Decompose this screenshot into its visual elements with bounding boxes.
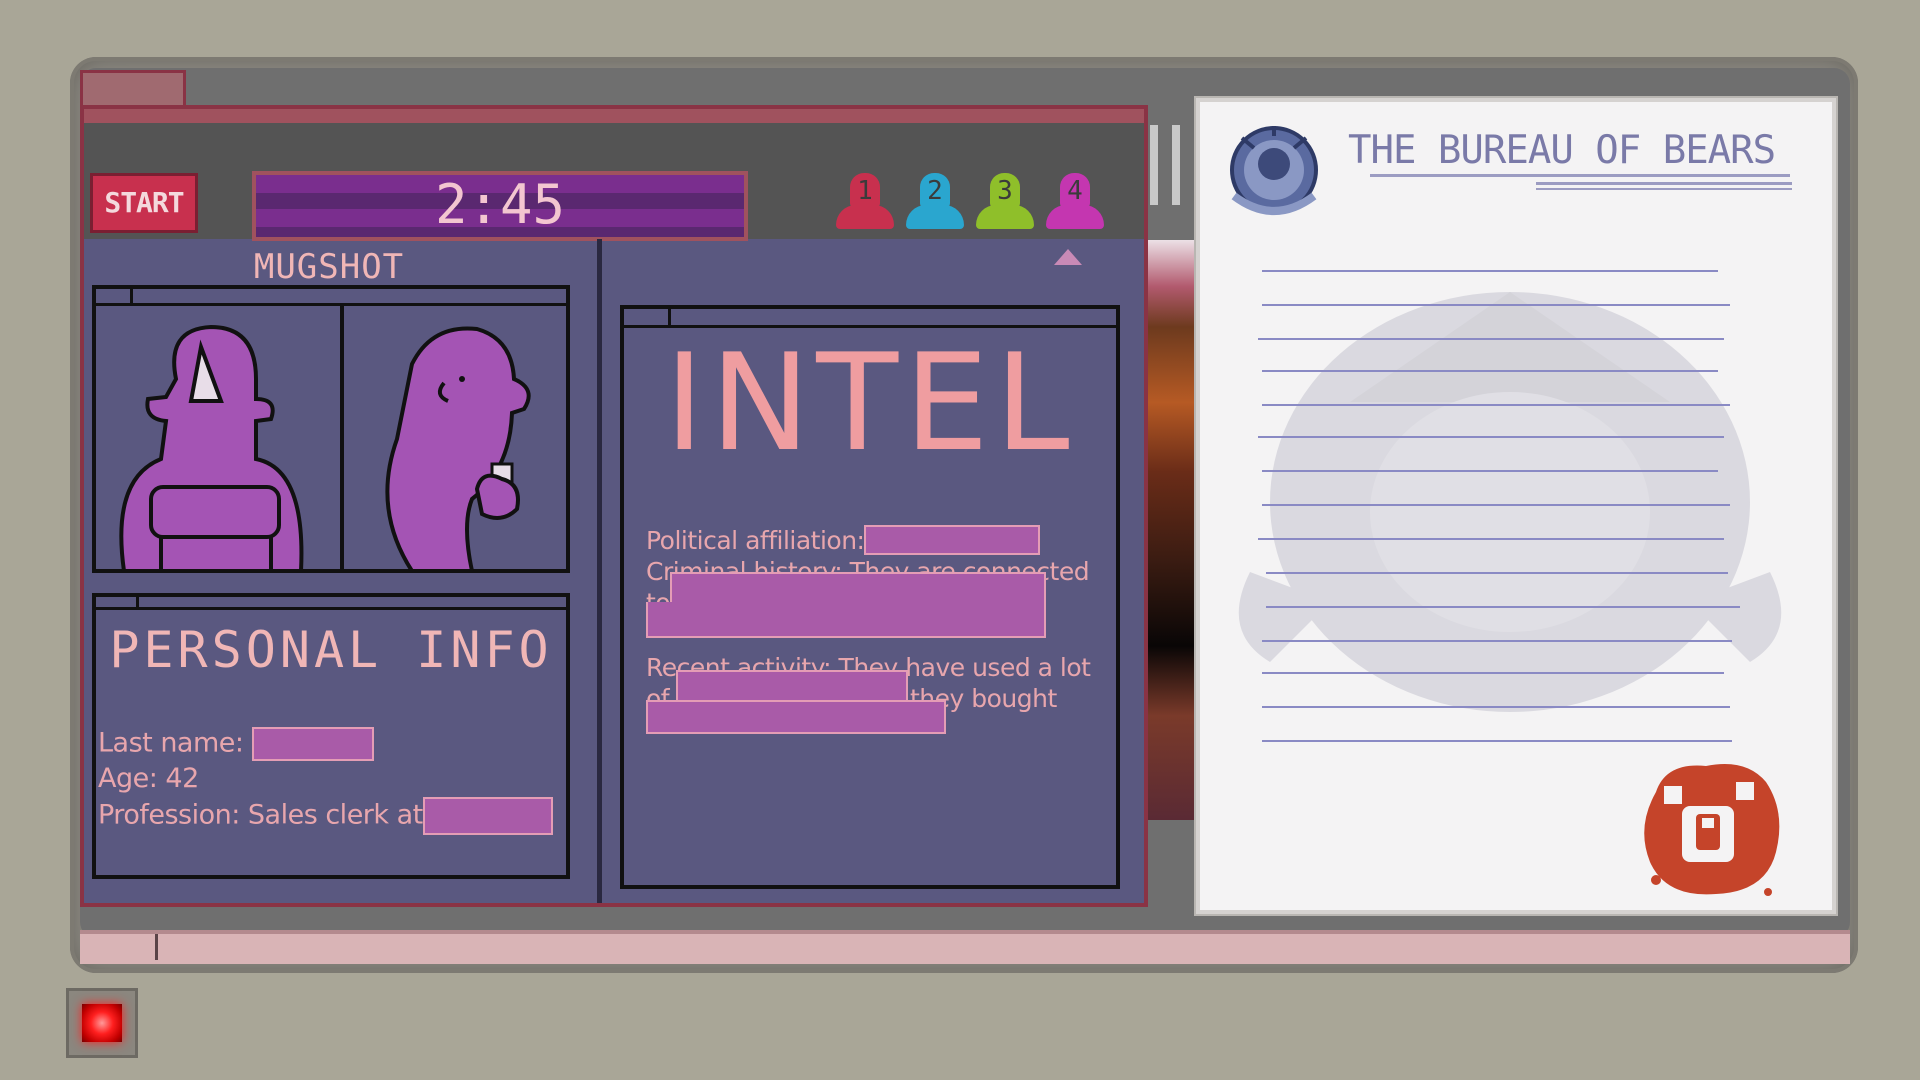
start-button[interactable]: START xyxy=(90,173,198,233)
player-4-number: 4 xyxy=(1067,176,1083,206)
recent-blank-1[interactable] xyxy=(676,670,908,702)
paper-line xyxy=(1266,572,1728,574)
intel-text: Political affiliation: Criminal history:… xyxy=(646,525,1106,742)
power-button[interactable] xyxy=(66,988,138,1058)
criminal-blank-top[interactable] xyxy=(670,572,1046,606)
player-4-icon: 4 xyxy=(1044,173,1104,237)
last-name-row: Last name: xyxy=(98,727,374,761)
player-1-icon: 1 xyxy=(834,173,894,237)
paper-line xyxy=(1262,470,1718,472)
paper-line xyxy=(1262,504,1730,506)
mugshot-heading: MUGSHOT xyxy=(253,247,405,287)
paper-line xyxy=(1262,706,1730,708)
panel-divider xyxy=(597,239,602,903)
countdown-timer: 2:45 xyxy=(252,171,748,241)
last-name-label: Last name: xyxy=(98,727,244,759)
player-3-icon: 3 xyxy=(974,173,1034,237)
paper-line xyxy=(1262,404,1730,406)
title-underline-3 xyxy=(1536,188,1792,190)
mugshot-frame xyxy=(92,285,570,573)
personal-info-heading: PERSONAL INFO xyxy=(109,621,553,679)
profession-label: Profession: Sales clerk at xyxy=(98,799,423,831)
paper-line xyxy=(1258,538,1724,540)
personal-info-frame: PERSONAL INFO Last name: Age: 42 Profess… xyxy=(92,593,570,879)
bear-stamp-icon xyxy=(1644,764,1780,896)
monitor-chin xyxy=(80,930,1850,964)
paper-title: THE BUREAU OF BEARS xyxy=(1348,128,1776,173)
paper-line xyxy=(1266,606,1740,608)
paper-line xyxy=(1258,436,1724,438)
dossier-window: START 2:45 1 2 3 4 MUGSHOT PERSONAL INFO… xyxy=(80,105,1148,907)
intel-heading: INTEL xyxy=(664,325,1076,481)
intel-frame: INTEL Political affiliation: Criminal hi… xyxy=(620,305,1120,889)
age-label: Age: 42 xyxy=(98,763,199,794)
political-label: Political affiliation: xyxy=(646,526,865,555)
paper-line xyxy=(1258,338,1724,340)
mugshot-side-image xyxy=(385,326,531,571)
paper-line xyxy=(1262,304,1730,306)
player-indicators: 1 2 3 4 xyxy=(834,173,1134,243)
paper-line xyxy=(1262,672,1724,674)
political-blank[interactable] xyxy=(864,525,1041,555)
power-light-icon xyxy=(82,1004,122,1042)
bureau-paper: THE BUREAU OF BEARS xyxy=(1196,98,1836,914)
paper-line xyxy=(1262,740,1732,742)
paper-line xyxy=(1262,270,1718,272)
paper-line xyxy=(1262,640,1732,642)
criminal-blank[interactable] xyxy=(646,602,1046,638)
paper-line xyxy=(1262,370,1718,372)
criminal-row: Criminal history: They are connected to xyxy=(646,556,1106,652)
political-row: Political affiliation: xyxy=(646,525,1106,556)
chin-marker xyxy=(155,934,158,960)
recent-row: Recent activity: They have used a lot of… xyxy=(646,652,1106,742)
window-toolbar: START 2:45 1 2 3 4 xyxy=(84,109,1144,241)
scroll-up-icon[interactable] xyxy=(1054,249,1082,265)
recent-blank-2[interactable] xyxy=(646,700,946,734)
bureau-seal-icon xyxy=(1230,126,1318,215)
left-panel: MUGSHOT PERSONAL INFO Last name: Age: 42… xyxy=(84,239,604,903)
player-2-icon: 2 xyxy=(904,173,964,237)
player-3-number: 3 xyxy=(997,176,1013,206)
profession-row: Profession: Sales clerk at xyxy=(98,797,553,835)
title-underline-2 xyxy=(1536,182,1792,185)
background-bars xyxy=(1150,125,1190,215)
last-name-blank[interactable] xyxy=(251,727,374,761)
player-2-number: 2 xyxy=(927,176,943,206)
title-underline xyxy=(1370,174,1790,177)
mugshot-front-image xyxy=(119,324,304,571)
player-1-number: 1 xyxy=(857,176,873,206)
profession-blank[interactable] xyxy=(422,797,553,835)
